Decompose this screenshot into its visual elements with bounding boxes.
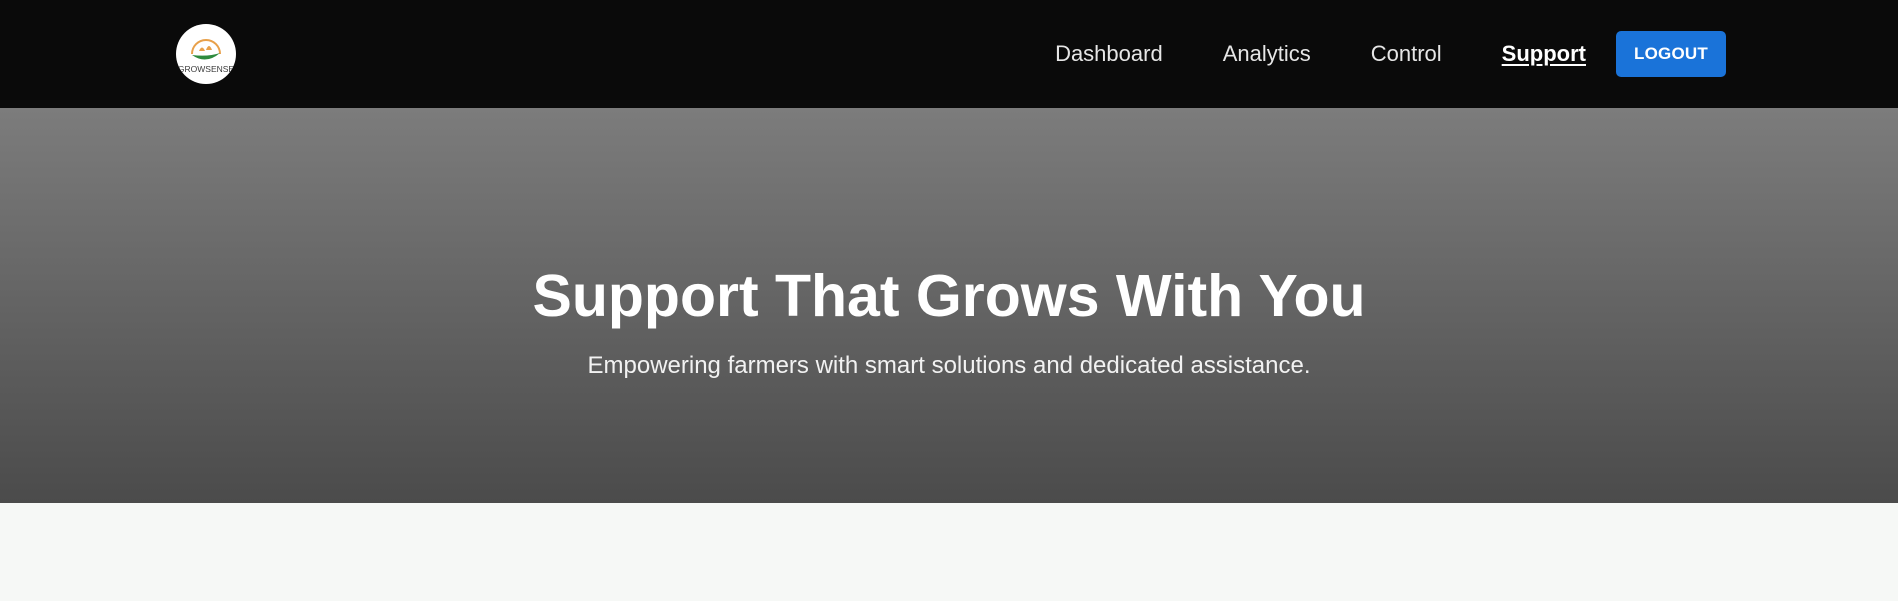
hero-banner: Support That Grows With You Empowering f… [0, 108, 1898, 503]
nav-analytics[interactable]: Analytics [1223, 41, 1311, 67]
hero-title: Support That Grows With You [532, 263, 1366, 329]
nav-dashboard[interactable]: Dashboard [1055, 41, 1163, 67]
top-navbar: GROWSENSE Dashboard Analytics Control Su… [0, 0, 1898, 108]
logout-button[interactable]: LOGOUT [1616, 31, 1726, 77]
leaf-logo-icon [191, 39, 221, 60]
brand-logo[interactable]: GROWSENSE [176, 24, 236, 84]
nav-control[interactable]: Control [1371, 41, 1442, 67]
page-content [0, 503, 1898, 601]
hero-subtitle: Empowering farmers with smart solutions … [587, 352, 1311, 379]
brand-name: GROWSENSE [177, 64, 235, 74]
nav-support[interactable]: Support [1502, 41, 1586, 67]
main-nav: Dashboard Analytics Control Support [1055, 0, 1586, 108]
